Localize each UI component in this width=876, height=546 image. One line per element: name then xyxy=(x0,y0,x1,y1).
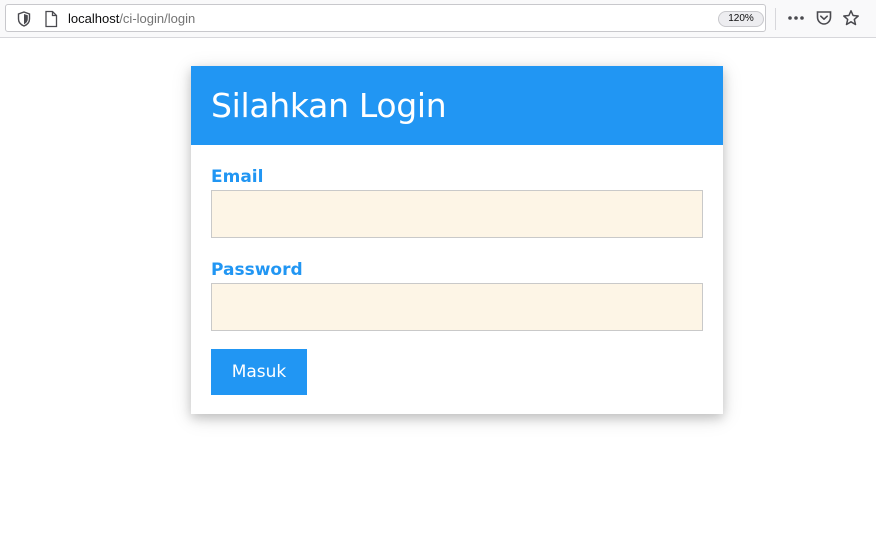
password-label: Password xyxy=(211,260,303,280)
page-icon xyxy=(45,10,58,28)
shield-icon[interactable] xyxy=(17,11,31,27)
url-host: localhost xyxy=(68,11,120,26)
email-label: Email xyxy=(211,167,264,187)
url-path: /ci-login/login xyxy=(119,11,196,26)
zoom-badge[interactable]: 120% xyxy=(718,11,764,27)
address-bar[interactable]: localhost/ci-login/login 120% xyxy=(5,4,766,32)
email-field[interactable] xyxy=(211,190,703,238)
toolbar-divider xyxy=(775,8,776,30)
page-title: Silahkan Login xyxy=(211,86,447,125)
password-field[interactable] xyxy=(211,283,703,331)
login-button[interactable]: Masuk xyxy=(211,349,307,395)
pocket-icon[interactable] xyxy=(815,9,833,27)
login-card-header: Silahkan Login xyxy=(191,66,723,145)
star-icon[interactable] xyxy=(842,9,860,27)
login-card: Silahkan Login Email Password Masuk xyxy=(191,66,723,414)
browser-toolbar: localhost/ci-login/login 120% xyxy=(0,0,876,38)
url-text[interactable]: localhost/ci-login/login xyxy=(68,11,195,27)
more-icon[interactable] xyxy=(787,9,805,27)
